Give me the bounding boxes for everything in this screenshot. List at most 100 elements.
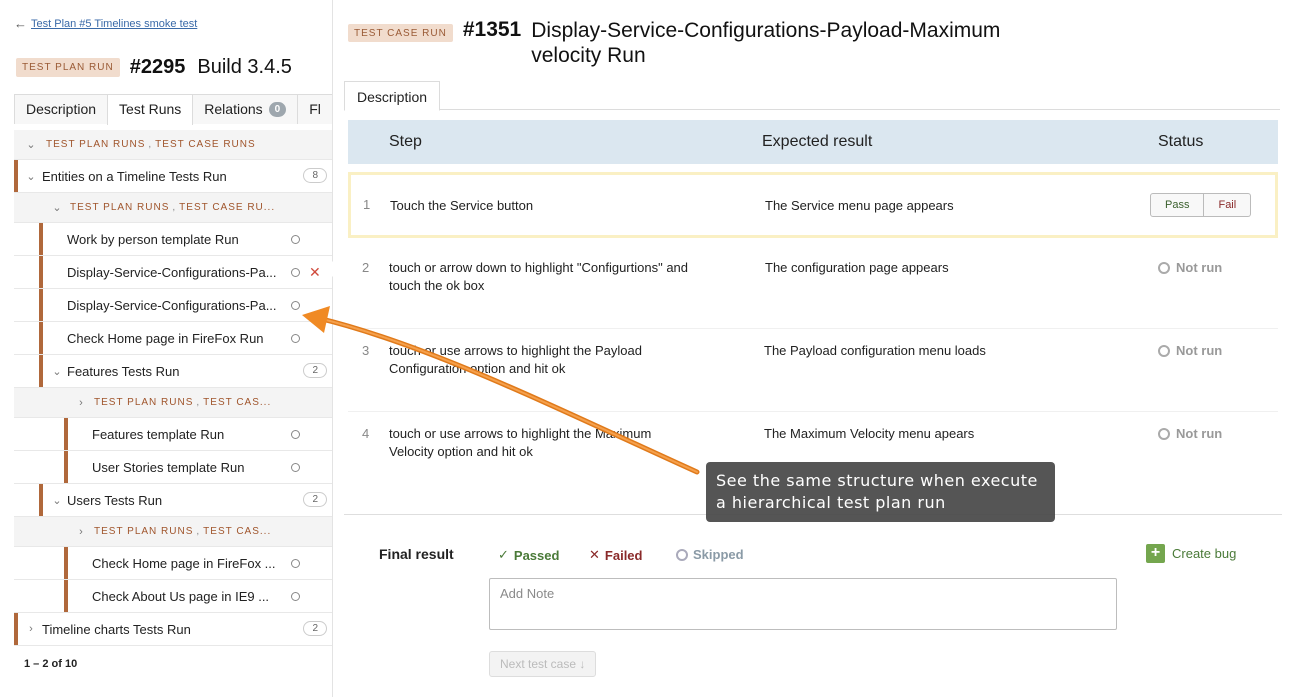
plus-icon: + <box>1146 544 1165 563</box>
test-case-runs-link[interactable]: TEST CAS... <box>203 526 271 537</box>
back-link-label[interactable]: Test Plan #5 Timelines smoke test <box>31 18 197 30</box>
accent-bar <box>39 355 43 387</box>
chevron-right-icon[interactable]: › <box>74 397 88 409</box>
pass-button[interactable]: Pass <box>1150 193 1205 217</box>
annotation-callout: See the same structure when execute a hi… <box>706 462 1055 522</box>
steps-header: Step Expected result Status <box>348 120 1278 164</box>
expected-text: The configuration page appears <box>765 260 949 275</box>
x-icon: ✕ <box>589 547 600 562</box>
test-case-runs-link[interactable]: TEST CAS... <box>203 397 271 408</box>
accent-bar <box>14 160 18 192</box>
step-status: Not run <box>1158 426 1222 441</box>
tree-item-selected[interactable]: Display-Service-Configurations-Pa... ✕ <box>14 256 332 289</box>
skipped-option[interactable]: Skipped <box>676 547 744 562</box>
test-plan-runs-link[interactable]: TEST PLAN RUNS <box>94 397 193 408</box>
back-arrow-icon: ← <box>14 16 27 31</box>
group-count: 8 <box>303 168 327 183</box>
pass-fail-buttons: Pass Fail <box>1150 193 1252 217</box>
run-tabs: Description <box>344 81 1280 111</box>
chevron-right-icon[interactable]: › <box>74 526 88 538</box>
not-run-status-icon <box>291 463 300 472</box>
next-test-case-button[interactable]: Next test case ↓ <box>489 651 597 677</box>
test-plan-runs-link[interactable]: TEST PLAN RUNS <box>46 139 145 150</box>
option-label: Passed <box>513 547 560 563</box>
option-label: Skipped <box>693 547 744 562</box>
item-label: Display-Service-Configurations-Pa... <box>67 264 277 280</box>
circle-icon <box>676 548 688 561</box>
chevron-down-icon[interactable]: ⌄ <box>24 170 38 183</box>
tree-group[interactable]: ⌄ Entities on a Timeline Tests Run 8 <box>14 160 332 193</box>
tab-label: Test Runs <box>119 101 182 117</box>
accent-bar <box>14 613 18 645</box>
tree-item[interactable]: Check Home page in FireFox Run <box>14 322 332 355</box>
tree-item[interactable]: Check About Us page in IE9 ... <box>14 580 332 613</box>
chevron-down-icon[interactable]: ⌄ <box>50 494 64 507</box>
chevron-down-icon[interactable]: ⌄ <box>24 138 38 151</box>
final-result-label: Final result <box>379 546 454 562</box>
tree-group[interactable]: › Timeline charts Tests Run 2 <box>14 613 332 646</box>
step-row-active[interactable]: 1 Touch the Service button The Service m… <box>348 172 1278 238</box>
back-link[interactable]: ← Test Plan #5 Timelines smoke test <box>14 16 197 31</box>
subsection-labels: TEST PLAN RUNS, TEST CASE RU... <box>70 202 290 213</box>
tree-item[interactable]: User Stories template Run <box>14 451 332 484</box>
step-number: 4 <box>362 426 370 441</box>
tab-description[interactable]: Description <box>14 94 109 124</box>
subsection-labels: TEST PLAN RUNS, TEST CASE RUNS <box>46 139 256 150</box>
test-plan-runs-link[interactable]: TEST PLAN RUNS <box>94 526 193 537</box>
separator: , <box>196 526 201 537</box>
separator: , <box>196 397 201 408</box>
test-plan-runs-link[interactable]: TEST PLAN RUNS <box>70 202 169 213</box>
failed-status-icon: ✕ <box>309 264 321 280</box>
step-text: Touch the Service button <box>390 198 534 213</box>
tab-description[interactable]: Description <box>344 81 441 111</box>
run-type-tag: TEST CASE RUN <box>348 24 453 42</box>
tree-item[interactable]: Features template Run <box>14 418 332 451</box>
subsection-labels: TEST PLAN RUNS, TEST CAS... <box>94 397 294 408</box>
tree-item[interactable]: Display-Service-Configurations-Pa... <box>14 289 332 322</box>
accent-bar <box>39 322 43 354</box>
chevron-right-icon[interactable]: › <box>24 623 38 635</box>
failed-option[interactable]: ✕ Failed <box>589 547 642 563</box>
tab-label: Relations <box>204 101 263 117</box>
chevron-down-icon[interactable]: ⌄ <box>50 365 64 378</box>
passed-option[interactable]: ✓ Passed <box>498 547 559 563</box>
step-row[interactable]: 2 touch or arrow down to highlight "Conf… <box>348 246 1278 329</box>
tab-relations[interactable]: Relations 0 <box>192 94 299 124</box>
group-label: Timeline charts Tests Run <box>42 621 191 637</box>
tab-test-runs[interactable]: Test Runs <box>107 94 194 125</box>
accent-bar <box>39 256 43 288</box>
accent-bar <box>39 484 43 516</box>
group-count: 2 <box>303 621 327 636</box>
plan-tabs: Description Test Runs Relations 0 Fl <box>14 94 332 125</box>
step-number: 2 <box>362 260 370 275</box>
relations-count-badge: 0 <box>268 102 287 117</box>
plan-number: #2295 <box>129 56 186 78</box>
tab-flow[interactable]: Fl <box>297 94 332 124</box>
expected-text: The Service menu page appears <box>765 198 954 213</box>
chevron-down-icon[interactable]: ⌄ <box>50 201 64 214</box>
col-status: Status <box>1158 133 1204 150</box>
selection-pointer <box>325 260 334 278</box>
not-run-icon <box>1158 427 1170 440</box>
run-header: TEST CASE RUN #1351 Display-Service-Conf… <box>348 18 1051 68</box>
group-count: 2 <box>303 492 327 507</box>
tree-group[interactable]: ⌄ Features Tests Run 2 <box>14 355 332 388</box>
separator: , <box>172 202 177 213</box>
test-case-runs-link[interactable]: TEST CASE RU... <box>179 202 275 213</box>
step-row[interactable]: 3 touch or use arrows to highlight the P… <box>348 329 1278 412</box>
not-run-status-icon <box>291 268 300 277</box>
tree-subheader: › TEST PLAN RUNS, TEST CAS... <box>14 388 332 418</box>
fail-button[interactable]: Fail <box>1204 193 1252 217</box>
tab-label: Fl <box>309 101 321 117</box>
step-status: Not run <box>1158 260 1222 275</box>
tree-item[interactable]: Work by person template Run <box>14 223 332 256</box>
tree-item[interactable]: Check Home page in FireFox ... <box>14 547 332 580</box>
tree-group[interactable]: ⌄ Users Tests Run 2 <box>14 484 332 517</box>
accent-bar <box>39 289 43 321</box>
status-label: Not run <box>1176 260 1223 275</box>
note-field[interactable]: Add Note <box>489 578 1117 630</box>
separator: , <box>148 139 153 150</box>
test-case-runs-link[interactable]: TEST CASE RUNS <box>155 139 256 150</box>
not-run-icon <box>1158 261 1170 274</box>
create-bug-button[interactable]: + Create bug <box>1146 544 1236 563</box>
